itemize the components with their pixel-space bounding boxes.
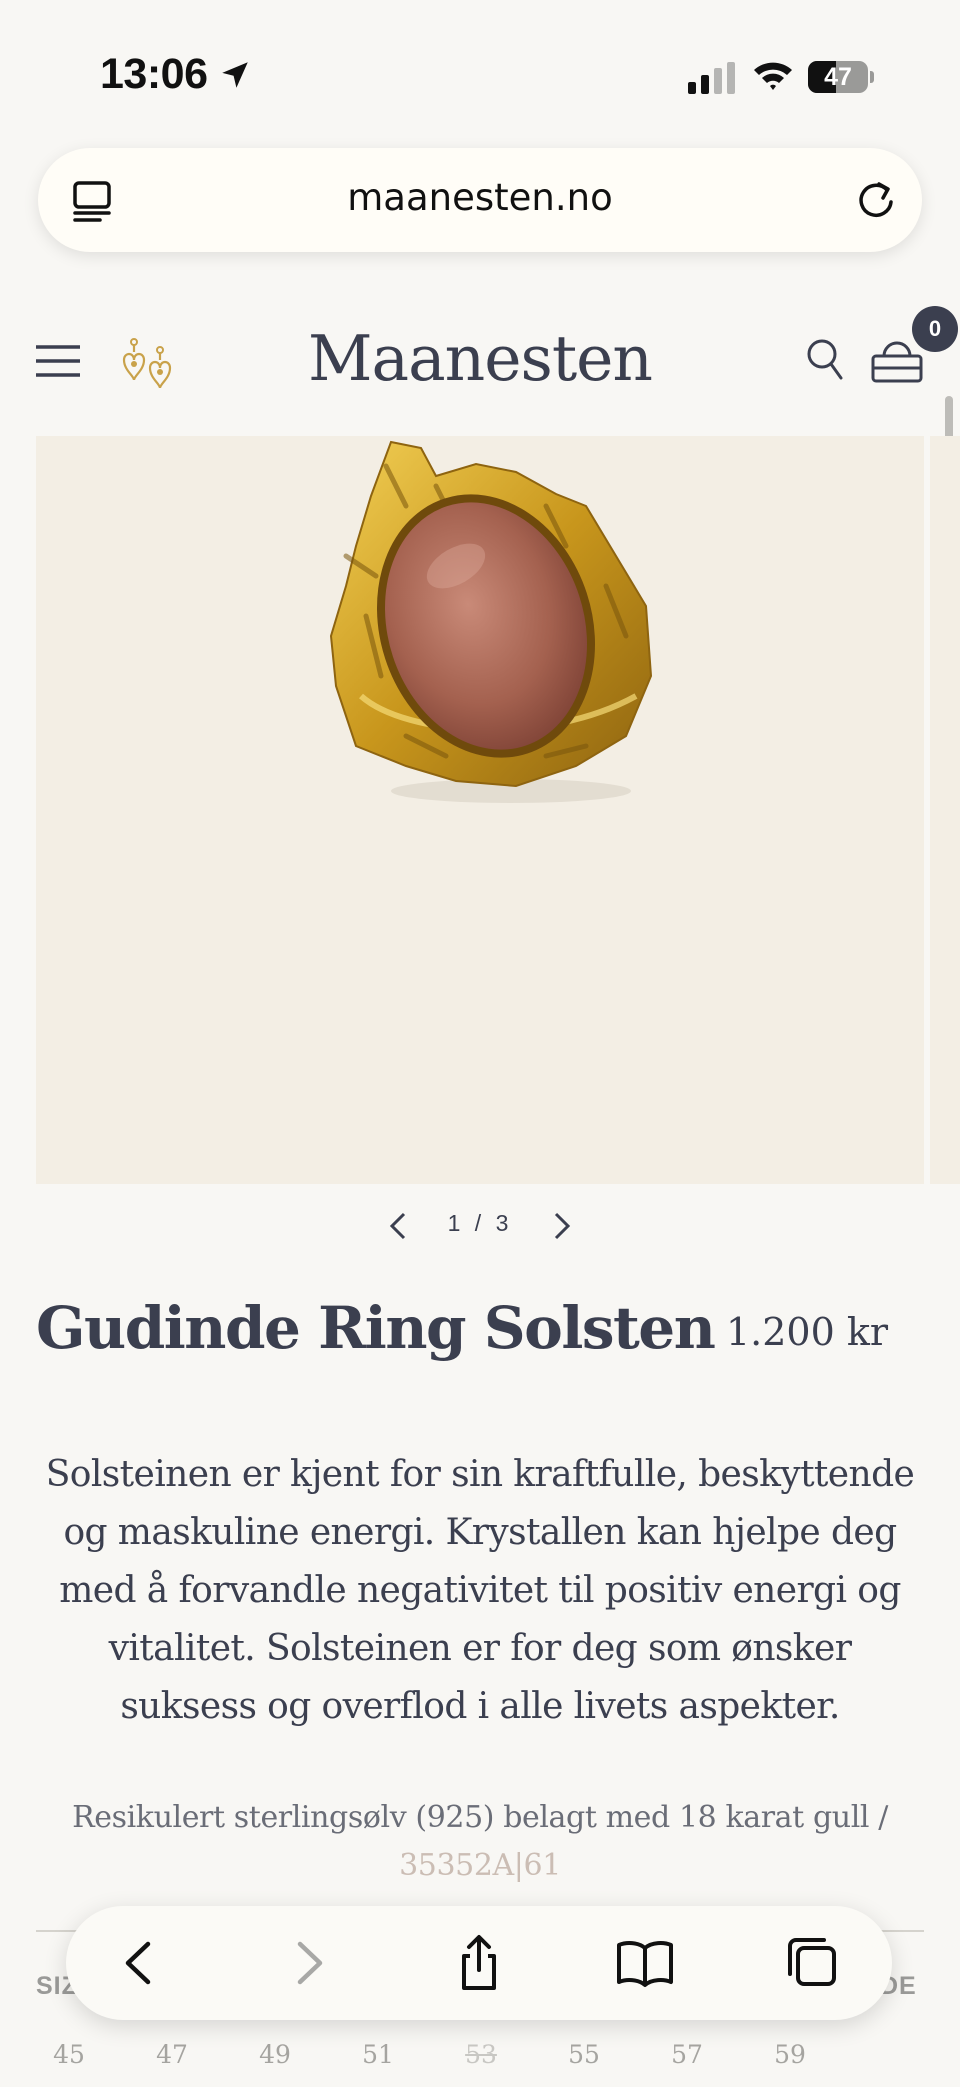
ring-photo: [329, 440, 653, 803]
size-option[interactable]: 49: [240, 2040, 310, 2069]
location-arrow-icon: [222, 62, 248, 88]
url-text[interactable]: maanesten.no: [38, 176, 922, 219]
status-bar: 13:06 47: [0, 0, 960, 150]
cellular-signal-icon: [688, 62, 735, 94]
size-option[interactable]: 45: [34, 2040, 104, 2069]
gallery-pager-text: 1 / 3: [447, 1210, 513, 1236]
product-price: 1.200 kr: [726, 1310, 889, 1354]
size-option[interactable]: 47: [137, 2040, 207, 2069]
size-option[interactable]: 51: [343, 2040, 413, 2069]
shopping-bag-icon[interactable]: [870, 336, 924, 384]
product-title: Gudinde Ring Solsten: [36, 1294, 716, 1362]
back-icon[interactable]: [110, 1934, 168, 1992]
size-option[interactable]: 57: [652, 2040, 722, 2069]
wifi-icon: [754, 62, 792, 90]
gallery-pager: 1 / 3: [0, 1206, 960, 1246]
share-icon[interactable]: [450, 1934, 508, 1992]
bookmarks-icon[interactable]: [616, 1934, 674, 1992]
size-options: 45 47 49 51 53 55 57 59: [36, 2040, 924, 2080]
size-option[interactable]: 55: [549, 2040, 619, 2069]
battery-percent: 47: [824, 63, 852, 91]
search-icon[interactable]: [806, 338, 844, 382]
battery-cap: [870, 71, 874, 83]
size-option[interactable]: 59: [755, 2040, 825, 2069]
product-image[interactable]: [36, 436, 924, 1184]
chevron-right-icon[interactable]: [548, 1208, 576, 1244]
product-material: Resikulert sterlingsølv (925) belagt med…: [36, 1794, 924, 1890]
next-slide-preview[interactable]: [930, 436, 960, 1184]
forward-icon[interactable]: [280, 1934, 338, 1992]
material-text: Resikulert sterlingsølv (925) belagt med…: [72, 1800, 888, 1835]
product-description: Solsteinen er kjent for sin kraftfulle, …: [45, 1454, 915, 1727]
chevron-left-icon[interactable]: [384, 1208, 412, 1244]
battery-indicator: 47: [808, 61, 874, 93]
address-bar[interactable]: maanesten.no: [38, 148, 922, 252]
cart-count-badge[interactable]: 0: [912, 306, 958, 352]
browser-toolbar: [66, 1906, 892, 2020]
size-option[interactable]: 53: [446, 2040, 516, 2069]
tabs-icon[interactable]: [782, 1934, 840, 1992]
reload-icon[interactable]: [854, 178, 898, 222]
battery-body: 47: [808, 61, 868, 93]
product-sku: 35352A|61: [399, 1848, 561, 1883]
status-time: 13:06: [100, 50, 208, 98]
